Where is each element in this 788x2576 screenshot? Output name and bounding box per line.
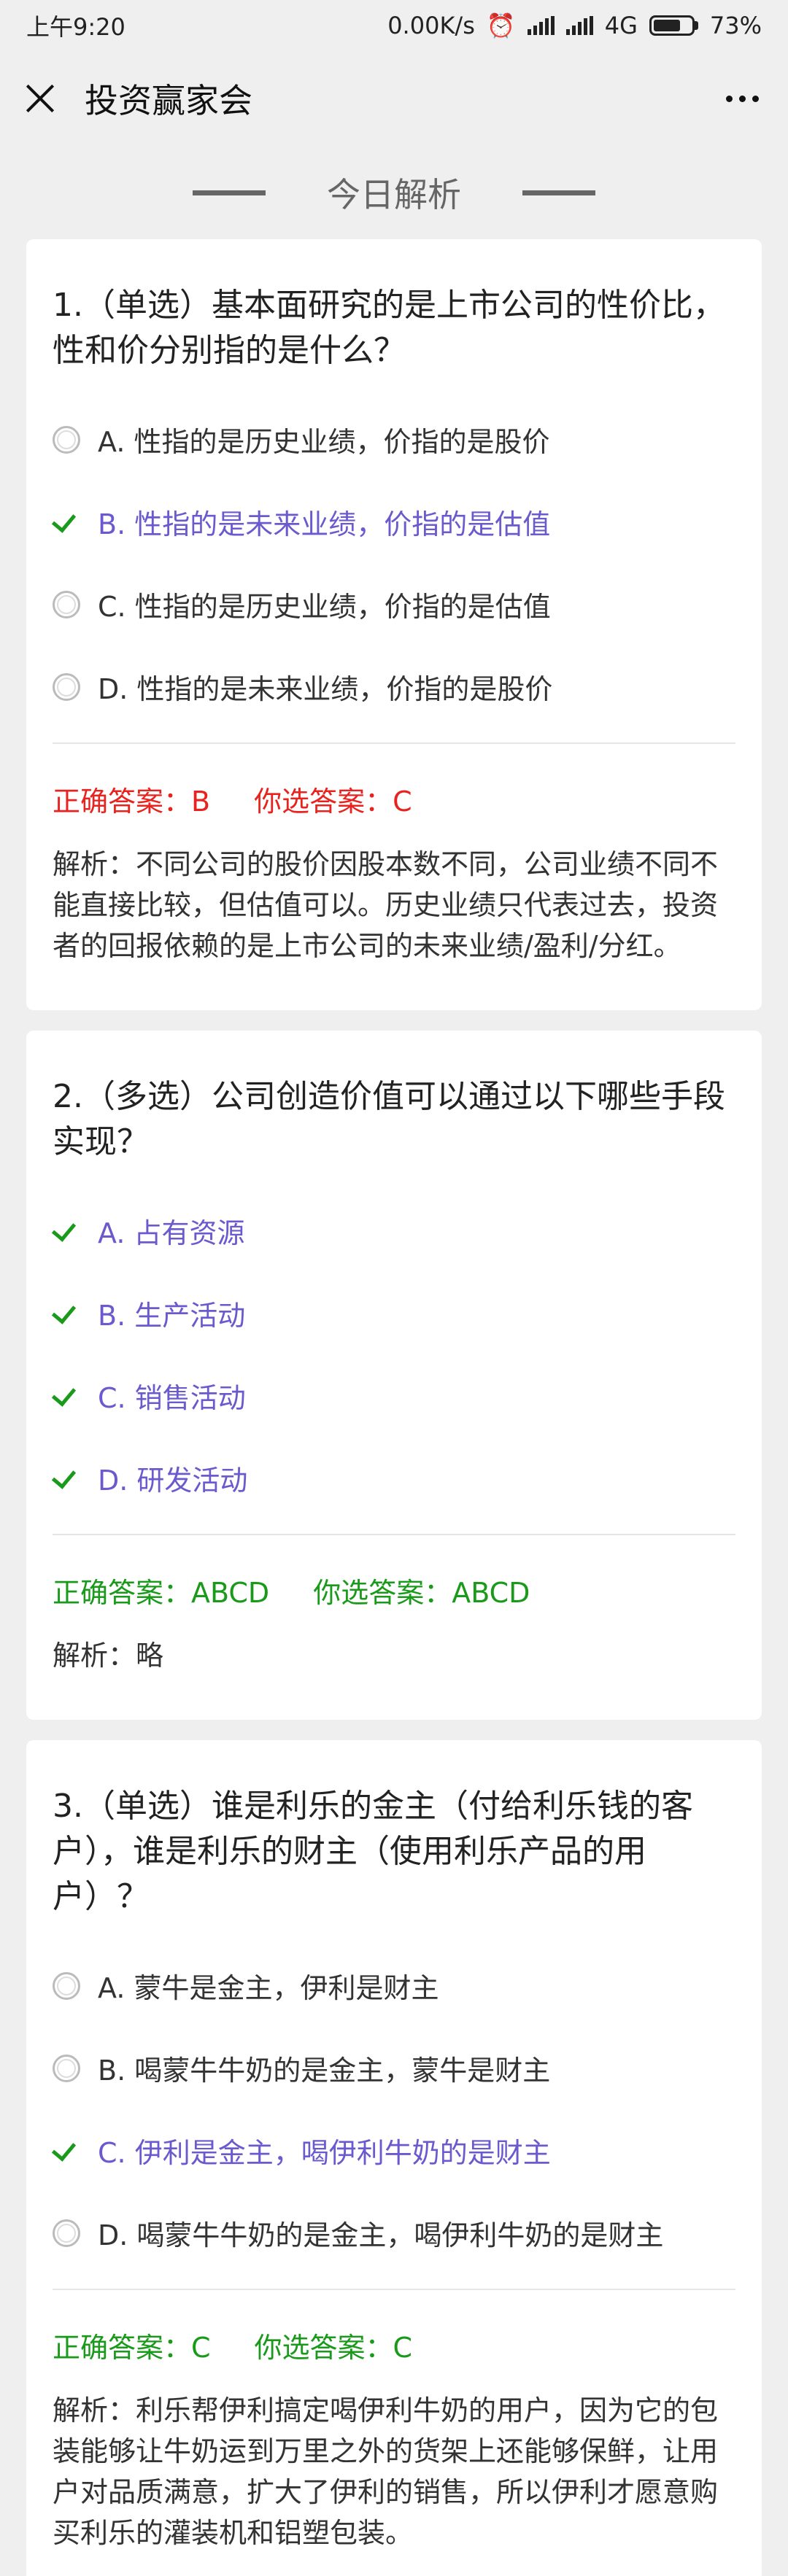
close-icon[interactable] [22, 80, 58, 117]
option-label: C. 销售活动 [98, 1382, 246, 1414]
question-title: 2.（多选）公司创造价值可以通过以下哪些手段实现？ [53, 1078, 725, 1160]
analysis-text: 解析：不同公司的股价因股本数不同，公司业绩不同不能直接比较，但估值可以。历史业绩… [53, 848, 719, 962]
question-card: 2.（多选）公司创造价值可以通过以下哪些手段实现？ A. 占有资源 B. 生产活动 C… [26, 1031, 762, 1720]
your-answer: 你选答案：ABCD [313, 1577, 530, 1609]
alarm-icon: ⏰ [486, 12, 516, 39]
check-icon [53, 2137, 80, 2165]
radio-icon [53, 2219, 80, 2247]
option-mark [53, 1464, 98, 1492]
header-line-left [193, 190, 266, 195]
status-time: 上午9:20 [26, 13, 125, 41]
option-item[interactable]: C. 性指的是历史业绩，价指的是估值 [53, 563, 735, 645]
option-mark [53, 508, 98, 536]
check-icon [53, 1382, 80, 1410]
option-mark [53, 1217, 98, 1245]
option-item[interactable]: B. 生产活动 [53, 1272, 735, 1354]
option-mark [53, 1300, 98, 1327]
radio-icon [53, 672, 80, 701]
more-icon[interactable] [719, 88, 766, 109]
check-icon [53, 1300, 80, 1327]
option-item[interactable]: D. 研发活动 [53, 1437, 735, 1519]
option-mark [53, 425, 98, 454]
option-label: D. 喝蒙牛牛奶的是金主，喝伊利牛奶的是财主 [98, 2219, 664, 2251]
option-item[interactable]: D. 性指的是未来业绩，价指的是股价 [53, 645, 735, 728]
page-title: 投资赢家会 [85, 81, 252, 120]
option-label: A. 性指的是历史业绩，价指的是股价 [98, 426, 550, 458]
your-answer: 你选答案：C [254, 785, 412, 818]
question-title: 1.（单选）基本面研究的是上市公司的性价比，性和价分别指的是什么？ [53, 287, 725, 369]
check-icon [53, 508, 80, 536]
network-type: 4G [604, 12, 638, 39]
question-title: 3.（单选）谁是利乐的金主（付给利乐钱的客户），谁是利乐的财主（使用利乐产品的用… [53, 1788, 693, 1915]
option-mark [53, 590, 98, 618]
radio-icon [53, 1971, 80, 2000]
option-label: C. 伊利是金主，喝伊利牛奶的是财主 [98, 2137, 551, 2169]
your-answer: 你选答案：C [254, 2332, 413, 2364]
status-icons: 0.00K/s ⏰ 4G 73% [387, 12, 762, 39]
analysis-text: 解析：略 [53, 1640, 164, 1672]
header-line-right [522, 190, 595, 195]
correct-answer: 正确答案：B [53, 785, 211, 818]
battery-icon [649, 15, 698, 36]
answer-summary: 正确答案：B 你选答案：C [53, 779, 735, 819]
option-item[interactable]: A. 占有资源 [53, 1190, 735, 1272]
correct-answer: 正确答案：C [53, 2332, 211, 2364]
option-item[interactable]: B. 性指的是未来业绩，价指的是估值 [53, 481, 735, 563]
divider [53, 2289, 735, 2290]
option-mark [53, 2137, 98, 2165]
option-mark [53, 1382, 98, 1410]
analysis-text: 解析：利乐帮伊利搞定喝伊利牛奶的用户，因为它的包装能够让牛奶运到万里之外的货架上… [53, 2394, 719, 2549]
nav-bar: 投资赢家会 [0, 51, 788, 146]
answer-summary: 正确答案：C 你选答案：C [53, 2325, 735, 2365]
radio-icon [53, 2054, 80, 2082]
correct-answer: 正确答案：ABCD [53, 1577, 270, 1609]
signal-icon [565, 16, 593, 35]
option-label: D. 研发活动 [98, 1464, 248, 1497]
option-label: D. 性指的是未来业绩，价指的是股价 [98, 673, 553, 705]
section-title: 今日解析 [327, 175, 461, 214]
option-label: B. 喝蒙牛牛奶的是金主，蒙牛是财主 [98, 2055, 551, 2087]
option-label: A. 蒙牛是金主，伊利是财主 [98, 1972, 439, 2004]
option-item[interactable]: C. 销售活动 [53, 1354, 735, 1437]
radio-icon [53, 425, 80, 454]
option-mark [53, 1971, 98, 2000]
option-label: A. 占有资源 [98, 1217, 245, 1249]
option-item[interactable]: B. 喝蒙牛牛奶的是金主，蒙牛是财主 [53, 2027, 735, 2109]
option-mark [53, 2054, 98, 2082]
option-label: B. 性指的是未来业绩，价指的是估值 [98, 508, 551, 540]
option-mark [53, 2219, 98, 2247]
radio-icon [53, 590, 80, 618]
option-item[interactable]: A. 蒙牛是金主，伊利是财主 [53, 1944, 735, 2027]
option-item[interactable]: C. 伊利是金主，喝伊利牛奶的是财主 [53, 2109, 735, 2192]
question-list: 1.（单选）基本面研究的是上市公司的性价比，性和价分别指的是什么？ A. 性指的是… [0, 239, 788, 2576]
signal-icon [527, 16, 555, 35]
check-icon [53, 1464, 80, 1492]
divider [53, 1534, 735, 1535]
battery-level: 73% [709, 12, 762, 39]
check-icon [53, 1217, 80, 1245]
option-label: B. 生产活动 [98, 1300, 246, 1332]
divider [53, 742, 735, 744]
option-mark [53, 672, 98, 701]
option-label: C. 性指的是历史业绩，价指的是估值 [98, 591, 551, 623]
network-speed: 0.00K/s [387, 12, 475, 39]
status-bar: 上午9:20 0.00K/s ⏰ 4G 73% [0, 0, 788, 51]
option-item[interactable]: D. 喝蒙牛牛奶的是金主，喝伊利牛奶的是财主 [53, 2192, 735, 2274]
section-header: 今日解析 [0, 146, 788, 239]
option-item[interactable]: A. 性指的是历史业绩，价指的是股价 [53, 398, 735, 481]
answer-summary: 正确答案：ABCD 你选答案：ABCD [53, 1570, 735, 1610]
question-card: 1.（单选）基本面研究的是上市公司的性价比，性和价分别指的是什么？ A. 性指的是… [26, 239, 762, 1010]
question-card: 3.（单选）谁是利乐的金主（付给利乐钱的客户），谁是利乐的财主（使用利乐产品的用… [26, 1740, 762, 2576]
